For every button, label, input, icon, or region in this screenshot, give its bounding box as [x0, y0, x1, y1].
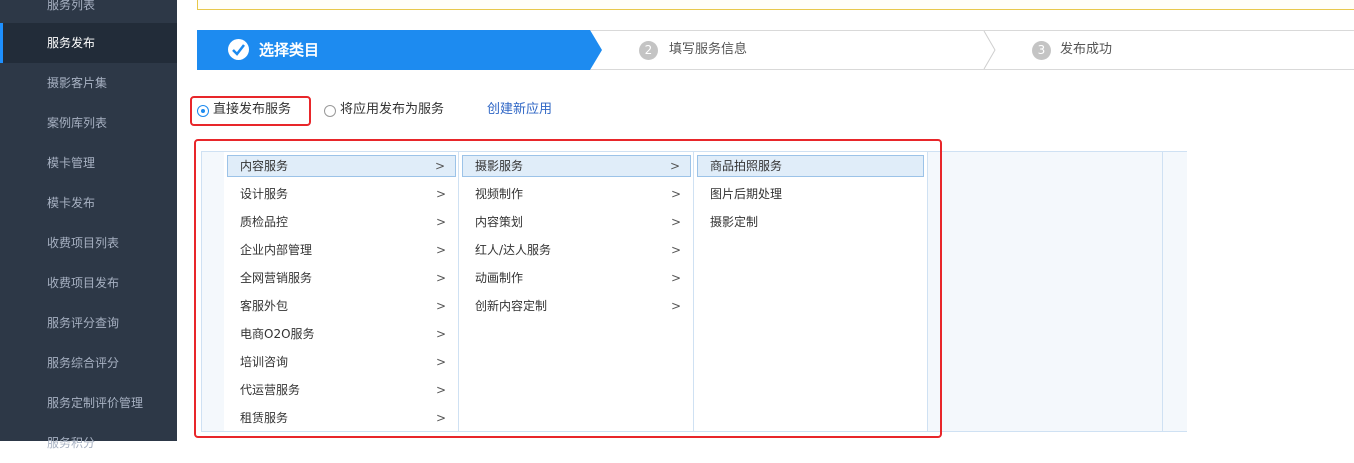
sidebar-item-custom-review[interactable]: 服务定制评价管理	[0, 383, 177, 423]
publish-options: 直接发布服务 将应用发布为服务 创建新应用	[177, 96, 877, 126]
sidebar-item-rating-query[interactable]: 服务评分查询	[0, 303, 177, 343]
highlight-box	[194, 139, 942, 438]
radio-app-publish-label[interactable]: 将应用发布为服务	[340, 96, 444, 124]
category-column-scroll	[1162, 152, 1187, 431]
step-separator	[983, 31, 996, 69]
radio-direct-publish-label[interactable]: 直接发布服务	[213, 96, 291, 124]
sidebar: 服务列表 服务发布 摄影客片集 案例库列表 模卡管理 模卡发布 收费项目列表 收…	[0, 0, 177, 450]
sidebar-item-service-publish[interactable]: 服务发布	[0, 23, 177, 63]
step-2-number: 2	[639, 41, 658, 60]
sidebar-item-model-card-manage[interactable]: 模卡管理	[0, 143, 177, 183]
radio-direct-publish[interactable]	[197, 105, 209, 117]
step-3-label: 发布成功	[1060, 42, 1113, 57]
sidebar-item-model-card-publish[interactable]: 模卡发布	[0, 183, 177, 223]
sidebar-item-fee-list[interactable]: 收费项目列表	[0, 223, 177, 263]
sidebar-item-service-list[interactable]: 服务列表	[0, 0, 177, 25]
check-circle-icon	[228, 39, 249, 60]
step-progress: 选择类目 2 填写服务信息 3 发布成功	[197, 30, 1354, 70]
sidebar-item-overall-rating[interactable]: 服务综合评分	[0, 343, 177, 383]
step-1-label: 选择类目	[259, 41, 320, 59]
sidebar-item-photo-collection[interactable]: 摄影客片集	[0, 63, 177, 103]
sidebar-item-case-library[interactable]: 案例库列表	[0, 103, 177, 143]
sidebar-item-fee-publish[interactable]: 收费项目发布	[0, 263, 177, 303]
step-3-number: 3	[1032, 41, 1051, 60]
step-2-label: 填写服务信息	[669, 42, 748, 57]
main-content: 选择类目 2 填写服务信息 3 发布成功 直接发布服务 将应用发布为服务 创建新…	[177, 0, 1354, 441]
radio-app-publish[interactable]	[324, 105, 336, 117]
sidebar-item-service-points[interactable]: 服务积分	[0, 423, 177, 463]
create-app-link[interactable]: 创建新应用	[487, 96, 552, 124]
notice-box	[197, 0, 1354, 10]
step-1: 选择类目	[197, 30, 605, 70]
